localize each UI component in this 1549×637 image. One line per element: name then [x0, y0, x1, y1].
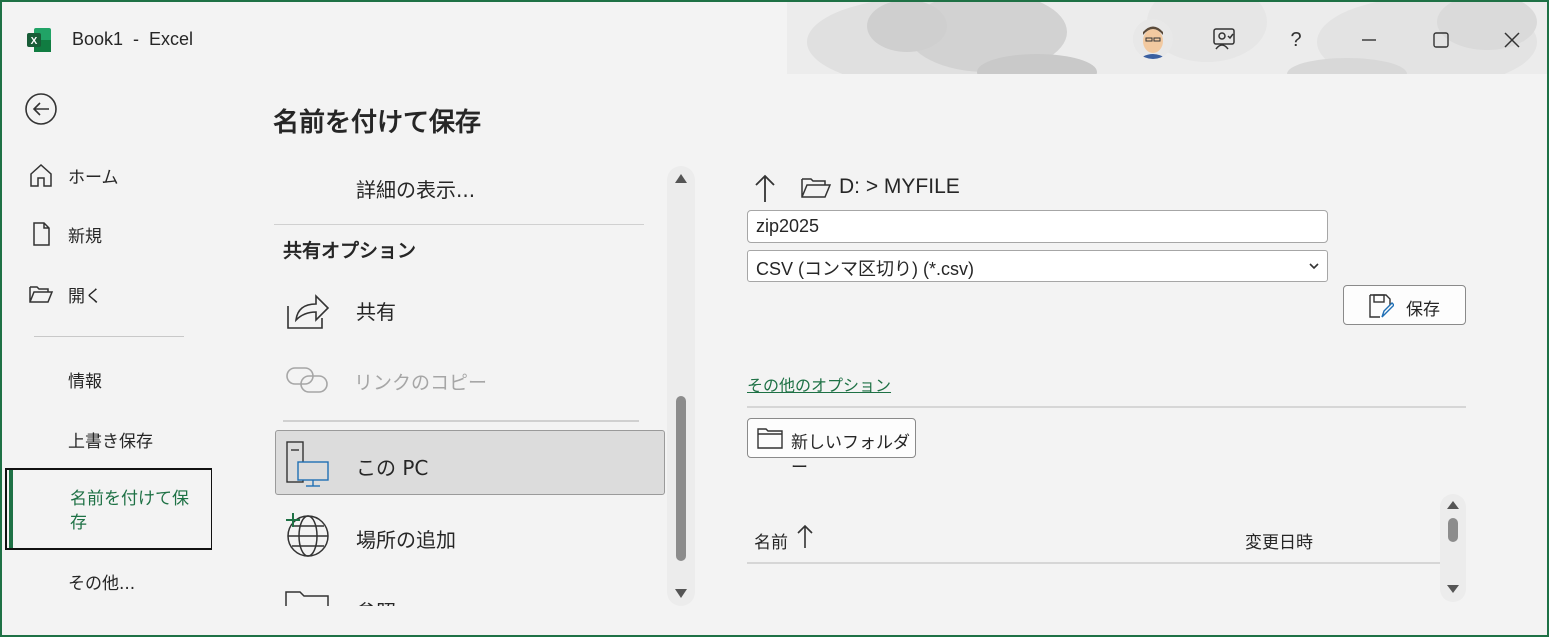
excel-window: X Book1 - Excel ? ホーム 新規 開く 情報 上書き保存 名前を…	[0, 0, 1549, 637]
excel-icon: X	[26, 27, 52, 53]
nav-label: その他...	[68, 573, 136, 594]
save-as-pane: 名前を付けて保存 詳細の表示... 共有オプション 共有 リンクのコピー この …	[212, 74, 1547, 635]
up-arrow-icon[interactable]	[753, 172, 777, 204]
page-title: 名前を付けて保存	[273, 108, 482, 138]
nav-label: 開く	[68, 286, 102, 307]
close-icon[interactable]	[1492, 20, 1532, 60]
nav-label: 新規	[68, 226, 102, 247]
nav-divider	[34, 336, 184, 337]
column-date-modified[interactable]: 変更日時	[1245, 528, 1313, 553]
file-type-value: CSV (コンマ区切り) (*.csv)	[756, 259, 974, 279]
svg-text:X: X	[31, 36, 38, 47]
location-scrollbar[interactable]	[667, 166, 695, 606]
scroll-down-icon[interactable]	[674, 588, 688, 600]
backstage-nav: ホーム 新規 開く 情報 上書き保存 名前を付けて保存 その他...	[2, 74, 213, 635]
new-folder-button[interactable]: 新しいフォルダー	[747, 418, 916, 478]
home-icon	[28, 162, 54, 188]
file-list-header: 名前 変更日時	[747, 522, 1440, 564]
details-link[interactable]: 詳細の表示...	[356, 174, 475, 203]
scroll-up-icon[interactable]	[1446, 499, 1460, 510]
window-title: Book1 - Excel	[72, 29, 194, 49]
this-pc-label: この PC	[356, 456, 429, 480]
nav-label: 名前を付けて保存	[70, 489, 189, 533]
file-type-select[interactable]: CSV (コンマ区切り) (*.csv)	[747, 250, 1328, 282]
active-indicator	[9, 470, 13, 548]
path-breadcrumb: D: > MYFILE	[747, 172, 1247, 206]
scroll-up-icon[interactable]	[674, 172, 688, 184]
location-this-pc[interactable]	[275, 430, 665, 495]
location-divider	[283, 420, 639, 422]
nav-item-save[interactable]: 上書き保存	[2, 426, 212, 452]
filename-input[interactable]: zip2025	[747, 210, 1328, 243]
nav-item-home[interactable]: ホーム	[2, 162, 212, 188]
scroll-down-icon[interactable]	[1446, 584, 1460, 595]
maximize-icon[interactable]	[1421, 20, 1461, 60]
scrollbar-thumb[interactable]	[676, 396, 686, 561]
save-label: 保存	[1406, 300, 1440, 320]
add-place-label[interactable]: 場所の追加	[356, 524, 456, 553]
minimize-icon[interactable]	[1349, 20, 1389, 60]
folder-icon	[757, 428, 783, 449]
save-icon	[1369, 294, 1394, 318]
folder-open-icon	[801, 178, 831, 198]
title-bar: X Book1 - Excel ?	[2, 2, 1547, 74]
scrollbar-thumb[interactable]	[1448, 518, 1458, 542]
current-path[interactable]: D: > MYFILE	[839, 175, 960, 199]
share-label[interactable]: 共有	[356, 296, 396, 325]
column-name[interactable]: 名前	[754, 528, 788, 553]
nav-item-info[interactable]: 情報	[2, 366, 212, 392]
location-divider	[274, 224, 644, 225]
folder-open-icon	[28, 281, 54, 307]
help-label: ?	[1290, 28, 1302, 51]
link-icon	[284, 356, 332, 404]
new-file-icon	[28, 221, 54, 247]
nav-label: 情報	[68, 371, 102, 392]
this-pc-icon	[284, 440, 332, 488]
nav-item-save-as[interactable]: 名前を付けて保存	[5, 468, 213, 550]
coauthor-icon[interactable]	[1204, 20, 1244, 60]
location-list: 詳細の表示... 共有オプション 共有 リンクのコピー この PC 場所の追加	[274, 166, 694, 606]
nav-item-new[interactable]: 新規	[2, 221, 212, 247]
browse-label[interactable]: 参照	[356, 596, 396, 606]
new-folder-label: 新しいフォルダー	[791, 433, 910, 478]
copy-link-label: リンクのコピー	[354, 372, 488, 394]
share-icon[interactable]	[284, 286, 332, 334]
share-options-heading: 共有オプション	[283, 240, 417, 262]
back-arrow-icon[interactable]	[24, 92, 58, 126]
help-icon[interactable]: ?	[1276, 20, 1316, 60]
chevron-down-icon	[1309, 263, 1319, 270]
options-divider	[747, 406, 1466, 408]
nav-label: ホーム	[68, 167, 119, 188]
browse-folder-icon[interactable]	[284, 586, 332, 606]
more-options-link[interactable]: その他のオプション	[747, 372, 891, 396]
nav-item-more[interactable]: その他...	[2, 568, 212, 594]
user-avatar[interactable]	[1133, 19, 1173, 59]
save-button[interactable]: 保存	[1343, 285, 1466, 325]
file-list-scrollbar[interactable]	[1440, 494, 1466, 602]
sort-ascending-icon[interactable]	[795, 522, 815, 550]
nav-item-open[interactable]: 開く	[2, 281, 212, 307]
nav-label: 上書き保存	[68, 431, 153, 452]
add-place-icon[interactable]	[284, 510, 332, 558]
